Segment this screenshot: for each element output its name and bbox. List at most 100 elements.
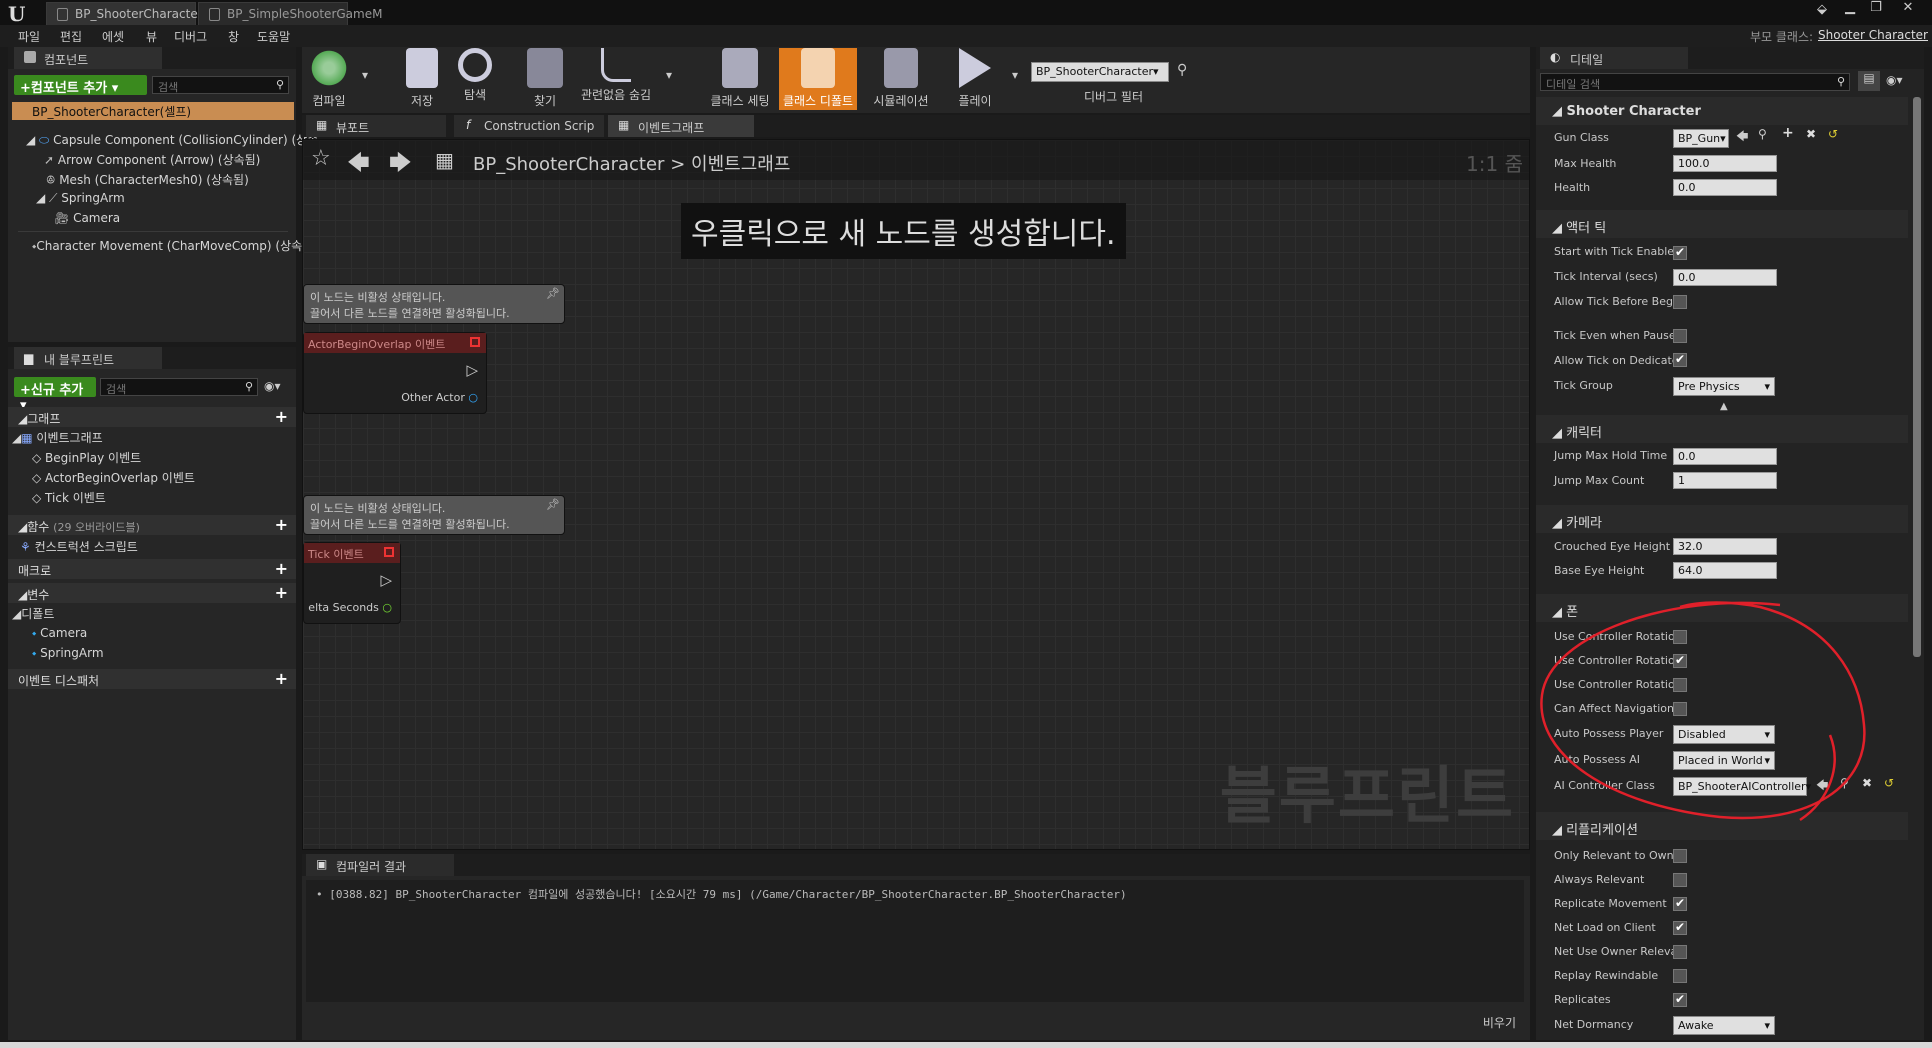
event-actorbeginoverlap[interactable]: ◇ ActorBeginOverlap 이벤트 (32, 469, 195, 486)
category-default[interactable]: ◢디폴트 (12, 605, 54, 622)
browse-button[interactable]: 탐색 (446, 48, 504, 110)
construction-script-item[interactable]: ⚘ 컨스트럭션 스크립트 (20, 538, 138, 555)
variable-springarm[interactable]: ⬩ SpringArm (32, 646, 104, 661)
class-settings-button[interactable]: 클래스 세팅 (704, 48, 776, 110)
tick-when-paused-checkbox[interactable] (1673, 329, 1687, 343)
tab-bp-simpleshootergamemode[interactable]: BP_SimpleShooterGameM (198, 2, 382, 25)
browse-asset-icon[interactable]: ⚲ (1758, 127, 1767, 141)
component-capsule[interactable]: ◢ ⬭ Capsule Component (CollisionCylinder… (26, 131, 318, 148)
view-options-icon[interactable]: ◉▾ (1886, 73, 1903, 87)
replay-rewindable-checkbox[interactable] (1673, 969, 1687, 983)
graph-canvas[interactable]: ☆ 🡄 🡆 ▦ BP_ShooterCharacter > 이벤트그래프 1:1… (302, 139, 1530, 850)
only-relevant-owner-checkbox[interactable] (1673, 849, 1687, 863)
hide-unrelated-button[interactable]: 관련없음 숨김 (578, 48, 654, 110)
breadcrumb-root[interactable]: BP_ShooterCharacter (473, 154, 664, 175)
section-graphs[interactable]: ◢그래프 + (8, 407, 296, 427)
compile-button[interactable]: 컴파일 (300, 48, 358, 110)
debug-search-icon[interactable]: ⚲ (1177, 62, 1187, 78)
notification-icon[interactable]: ⬙ (1808, 2, 1836, 20)
section-variables[interactable]: ◢변수 + (8, 583, 296, 603)
component-springarm[interactable]: ◢ ⟋ SpringArm (36, 191, 125, 206)
section-shooter-character[interactable]: ◢ Shooter Character (1536, 97, 1908, 125)
section-macros[interactable]: 매크로 + (8, 559, 296, 579)
replicates-checkbox[interactable] (1673, 993, 1687, 1007)
tick-on-dedicated-checkbox[interactable] (1673, 353, 1687, 367)
variable-camera[interactable]: ⬩ Camera (32, 626, 87, 641)
minimize-button[interactable]: ▁ (1836, 0, 1864, 18)
exec-pin-icon[interactable]: ▷ (380, 571, 392, 589)
add-macro-button[interactable]: + (275, 559, 288, 578)
property-matrix-icon[interactable]: ▤ (1858, 71, 1880, 91)
menu-window[interactable]: 창 (228, 28, 239, 45)
menu-debug[interactable]: 디버그 (174, 28, 207, 45)
menu-help[interactable]: 도움말 (257, 28, 290, 45)
section-actor-tick[interactable]: ◢ 액터 틱 (1536, 210, 1908, 238)
add-asset-icon[interactable]: + (1782, 125, 1794, 141)
close-window-button[interactable]: ✕ (1894, 0, 1922, 18)
event-graph-item[interactable]: ◢▦ 이벤트그래프 (12, 429, 103, 446)
delta-seconds-pin[interactable]: elta Seconds ○ (308, 601, 392, 614)
simulate-button[interactable]: 시뮬레이션 (866, 48, 936, 110)
health-input[interactable]: 0.0 (1673, 179, 1777, 196)
base-eye-input[interactable]: 64.0 (1673, 562, 1777, 579)
add-component-button[interactable]: +컴포넌트 추가 ▾ (14, 75, 147, 96)
clear-asset-icon[interactable]: ✖ (1806, 127, 1816, 141)
debug-object-select[interactable]: BP_ShooterCharacter▾ (1031, 62, 1169, 82)
tab-event-graph[interactable]: ▦ 이벤트그래프 (608, 115, 754, 137)
collapse-advanced-icon[interactable]: ▲ (1720, 401, 1728, 412)
details-scrollbar[interactable] (1913, 97, 1921, 657)
save-button[interactable]: 저장 (393, 48, 451, 110)
menu-file[interactable]: 파일 (18, 28, 40, 45)
maximize-button[interactable]: ❐ (1862, 0, 1890, 18)
component-search-input[interactable]: 검색 ⚲ (152, 76, 289, 94)
component-mesh[interactable]: ꔮ Mesh (CharacterMesh0) (상속됨) (46, 171, 249, 188)
blueprint-search-input[interactable]: 검색 ⚲ (100, 378, 258, 396)
replicate-movement-checkbox[interactable] (1673, 897, 1687, 911)
add-variable-button[interactable]: + (275, 583, 288, 602)
net-dormancy-select[interactable]: Awake ▾ (1673, 1016, 1775, 1035)
add-function-button[interactable]: + (275, 515, 288, 534)
section-event-dispatchers[interactable]: 이벤트 디스패처 + (8, 669, 296, 689)
menu-view[interactable]: 뷰 (146, 28, 157, 45)
component-camera[interactable]: 🎥︎ Camera (54, 211, 120, 225)
component-root[interactable]: BP_ShooterCharacter(셀프) (12, 102, 294, 120)
gun-class-select[interactable]: BP_Gun▾ (1673, 129, 1729, 148)
tick-node[interactable]: Tick 이벤트 ▷ elta Seconds ○ (303, 542, 401, 624)
forward-arrow-icon[interactable]: 🡆 (389, 146, 412, 184)
class-defaults-button[interactable]: 클래스 디폴트 (779, 48, 857, 110)
allow-tick-before-checkbox[interactable] (1673, 295, 1687, 309)
net-use-owner-relevancy-checkbox[interactable] (1673, 945, 1687, 959)
jump-count-input[interactable]: 1 (1673, 472, 1777, 489)
max-health-input[interactable]: 100.0 (1673, 155, 1777, 172)
component-character-movement[interactable]: ⬩Character Movement (CharMoveComp) (상속 (32, 237, 302, 254)
crouched-eye-input[interactable]: 32.0 (1673, 538, 1777, 555)
component-arrow[interactable]: ➚ Arrow Component (Arrow) (상속됨) (44, 151, 260, 168)
net-load-client-checkbox[interactable] (1673, 921, 1687, 935)
reset-default-icon[interactable]: ↺ (1828, 127, 1838, 141)
parent-class-link[interactable]: Shooter Character (1818, 28, 1928, 42)
menu-asset[interactable]: 에셋 (102, 28, 124, 45)
other-actor-pin[interactable]: Other Actor ○ (401, 391, 478, 404)
compile-options-icon[interactable]: ▾ (362, 68, 368, 82)
favorite-star-icon[interactable]: ☆ (311, 146, 331, 171)
hide-unrelated-options-icon[interactable]: ▾ (666, 68, 672, 82)
play-button[interactable]: 플레이 (946, 48, 1004, 110)
tab-details[interactable]: ◐ 디테일 (1540, 47, 1688, 69)
view-options-icon[interactable]: ◉▾ (264, 379, 281, 393)
tab-bp-shootercharacter[interactable]: BP_ShooterCharacter (46, 2, 203, 25)
details-search-input[interactable]: 디테일 검색 ⚲ (1540, 73, 1850, 91)
play-options-icon[interactable]: ▾ (1012, 68, 1018, 82)
section-character[interactable]: ◢ 캐릭터 (1536, 415, 1908, 443)
section-camera[interactable]: ◢ 카메라 (1536, 505, 1908, 533)
section-functions[interactable]: ◢함수 (29 오버라이드블) + (8, 515, 296, 535)
tab-components[interactable]: 컴포넌트 (14, 47, 162, 69)
add-graph-button[interactable]: + (275, 407, 288, 426)
breadcrumb-leaf[interactable]: 이벤트그래프 (691, 154, 790, 175)
tab-compiler-results[interactable]: ▣ 컴파일러 결과 (306, 854, 454, 876)
tab-construction-script[interactable]: f Construction Scrip (454, 115, 604, 137)
tab-viewport[interactable]: ▦ 뷰포트 (306, 115, 446, 137)
use-selected-arrow-icon[interactable]: 🡄 (1736, 127, 1748, 148)
back-arrow-icon[interactable]: 🡄 (347, 146, 370, 184)
tick-group-select[interactable]: Pre Physics ▾ (1673, 377, 1775, 396)
exec-pin-icon[interactable]: ▷ (466, 361, 478, 379)
